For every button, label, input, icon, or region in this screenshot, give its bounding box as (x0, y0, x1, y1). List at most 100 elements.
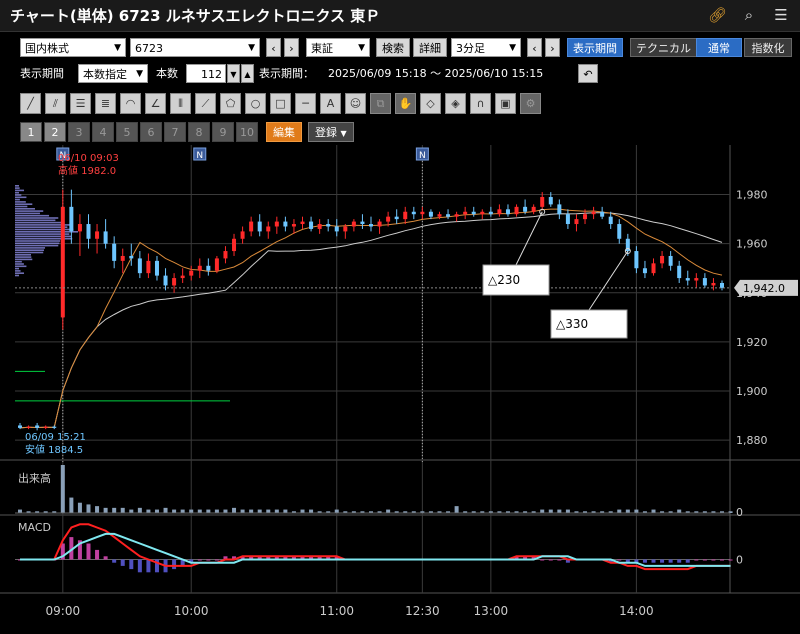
candle-body (608, 216, 613, 225)
lock-tool-icon[interactable]: ▣ (495, 93, 516, 114)
candle-body (600, 211, 605, 217)
text-tool-icon[interactable]: A (320, 93, 341, 114)
fan-tool-icon[interactable]: ∠ (145, 93, 166, 114)
index-toggle[interactable]: 指数化 (744, 37, 792, 57)
interval-select-value: 3分足 (456, 41, 485, 55)
volume-bar (651, 509, 656, 513)
volume-profile-bar (15, 189, 25, 192)
volume-label: 出来高 (18, 471, 51, 485)
volume-bar (129, 509, 134, 513)
prev-code-button[interactable]: ‹ (266, 37, 281, 57)
callout-pointer (515, 211, 543, 266)
candle-body (377, 221, 382, 227)
horizontal-lines-tool-icon[interactable]: ☰ (70, 93, 91, 114)
layout-tab-10[interactable]: 10 (236, 122, 258, 142)
eraser-all-tool-icon[interactable]: ◈ (445, 93, 466, 114)
candle-body (403, 211, 408, 220)
volume-profile-bar (15, 208, 36, 210)
volume-profile-bar (15, 256, 32, 258)
volume-bar (274, 509, 279, 513)
count-up-button[interactable]: ▲ (241, 63, 254, 83)
exchange-select[interactable]: 東証 ▼ (306, 37, 370, 57)
gann-tool-icon[interactable]: ⟋ (195, 93, 216, 114)
eraser-tool-icon[interactable]: ◇ (420, 93, 441, 114)
interval-select[interactable]: 3分足 ▼ (451, 37, 521, 57)
count-value: 112 (201, 67, 222, 81)
count-down-button[interactable]: ▼ (227, 63, 240, 83)
menu-icon[interactable]: ☰ (772, 6, 790, 24)
x-tick-label: 09:00 (46, 604, 81, 618)
macd-label: MACD (18, 521, 51, 534)
next-code-button[interactable]: › (284, 37, 299, 57)
callout-label: △230 (488, 273, 520, 287)
hline-tool-icon[interactable]: ─ (295, 93, 316, 114)
detail-button[interactable]: 詳細 (413, 37, 447, 57)
layout-tab-5[interactable]: 5 (116, 122, 138, 142)
volume-bar (103, 507, 108, 513)
count-input[interactable]: 112 (186, 63, 226, 83)
layout-tab-1[interactable]: 1 (20, 122, 42, 142)
arc-tool-icon[interactable]: ◠ (120, 93, 141, 114)
price-chart[interactable]: 1,9801,9601,9401,9201,9001,88009:0010:00… (0, 145, 800, 634)
candle-body (497, 209, 502, 215)
layout-tab-3[interactable]: 3 (68, 122, 90, 142)
layout-tab-2[interactable]: 2 (44, 122, 66, 142)
vertical-lines-tool-icon[interactable]: ⦀ (170, 93, 191, 114)
macd-histogram-bar (112, 559, 117, 563)
stamp-tool-icon[interactable]: ☺ (345, 93, 366, 114)
next-interval-button[interactable]: › (545, 37, 560, 57)
period-mode-select[interactable]: 本数指定 ▼ (78, 63, 148, 83)
exchange-select-value: 東証 (311, 41, 333, 55)
chevron-down-icon: ▼ (248, 42, 255, 53)
volume-bar (60, 465, 65, 513)
candle-body (197, 265, 202, 271)
circle-tool-icon[interactable]: ○ (245, 93, 266, 114)
volume-bar (223, 509, 228, 513)
settings-tool-icon[interactable]: ⚙ (520, 93, 541, 114)
copy-tool-icon[interactable]: ⧉ (370, 93, 391, 114)
macd-histogram-bar (642, 559, 647, 563)
macd-histogram-bar (214, 559, 219, 561)
normal-toggle[interactable]: 通常 (696, 37, 742, 57)
search-icon[interactable]: ⌕ (740, 6, 758, 24)
macd-histogram-bar (137, 559, 142, 573)
y-tick-label: 1,900 (736, 385, 768, 398)
prev-interval-button[interactable]: ‹ (527, 37, 542, 57)
technical-button[interactable]: テクニカル (630, 37, 697, 57)
market-select[interactable]: 国内株式 ▼ (20, 37, 126, 57)
fibonacci-tool-icon[interactable]: ≣ (95, 93, 116, 114)
volume-bar (112, 507, 117, 513)
refresh-icon[interactable]: ↶ (578, 63, 598, 83)
layout-tab-4[interactable]: 4 (92, 122, 114, 142)
candle-body (163, 275, 168, 286)
layout-tab-9[interactable]: 9 (212, 122, 234, 142)
candle-body (711, 282, 716, 286)
period-button[interactable]: 表示期間 (567, 37, 623, 57)
layout-tab-6[interactable]: 6 (140, 122, 162, 142)
link-icon[interactable]: 🔗︎ (708, 6, 727, 24)
search-button[interactable]: 検索 (376, 37, 410, 57)
drawing-toolbar: ╱ ⫽ ☰ ≣ ◠ ∠ ⦀ ⟋ ⬠ ○ □ ─ A ☺ ⧉ ✋ ◇ ◈ ∩ ▣ … (20, 93, 541, 114)
pentagon-tool-icon[interactable]: ⬠ (220, 93, 241, 114)
hand-tool-icon[interactable]: ✋ (395, 93, 416, 114)
layout-tab-7[interactable]: 7 (164, 122, 186, 142)
magnet-tool-icon[interactable]: ∩ (470, 93, 491, 114)
macd-histogram-bar (694, 559, 699, 561)
volume-bar (95, 506, 100, 513)
candle-body (668, 255, 673, 266)
register-button[interactable]: 登録 ▼ (308, 122, 354, 142)
candle-body (428, 211, 433, 217)
volume-bar (197, 509, 202, 513)
news-marker-label: N (419, 151, 426, 161)
rectangle-tool-icon[interactable]: □ (270, 93, 291, 114)
volume-profile-bar (15, 247, 46, 249)
channel-tool-icon[interactable]: ⫽ (45, 93, 66, 114)
candle-body (480, 211, 485, 215)
trendline-tool-icon[interactable]: ╱ (20, 93, 41, 114)
volume-profile-bar (15, 267, 19, 270)
candle-body (77, 224, 82, 232)
edit-button[interactable]: 編集 (266, 122, 302, 142)
code-input[interactable]: 6723 ▼ (130, 37, 260, 57)
volume-bar (309, 509, 314, 513)
layout-tab-8[interactable]: 8 (188, 122, 210, 142)
